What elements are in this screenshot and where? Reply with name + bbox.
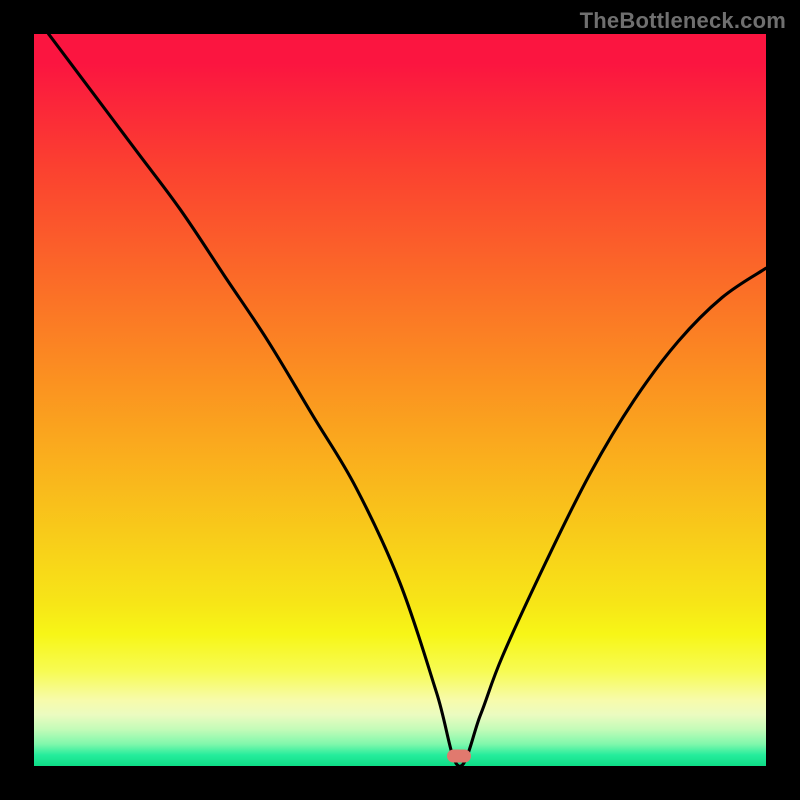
watermark-text: TheBottleneck.com (580, 8, 786, 34)
bottleneck-curve (49, 34, 766, 766)
optimal-marker (447, 749, 471, 762)
chart-frame (34, 34, 766, 766)
chart-svg (34, 34, 766, 766)
